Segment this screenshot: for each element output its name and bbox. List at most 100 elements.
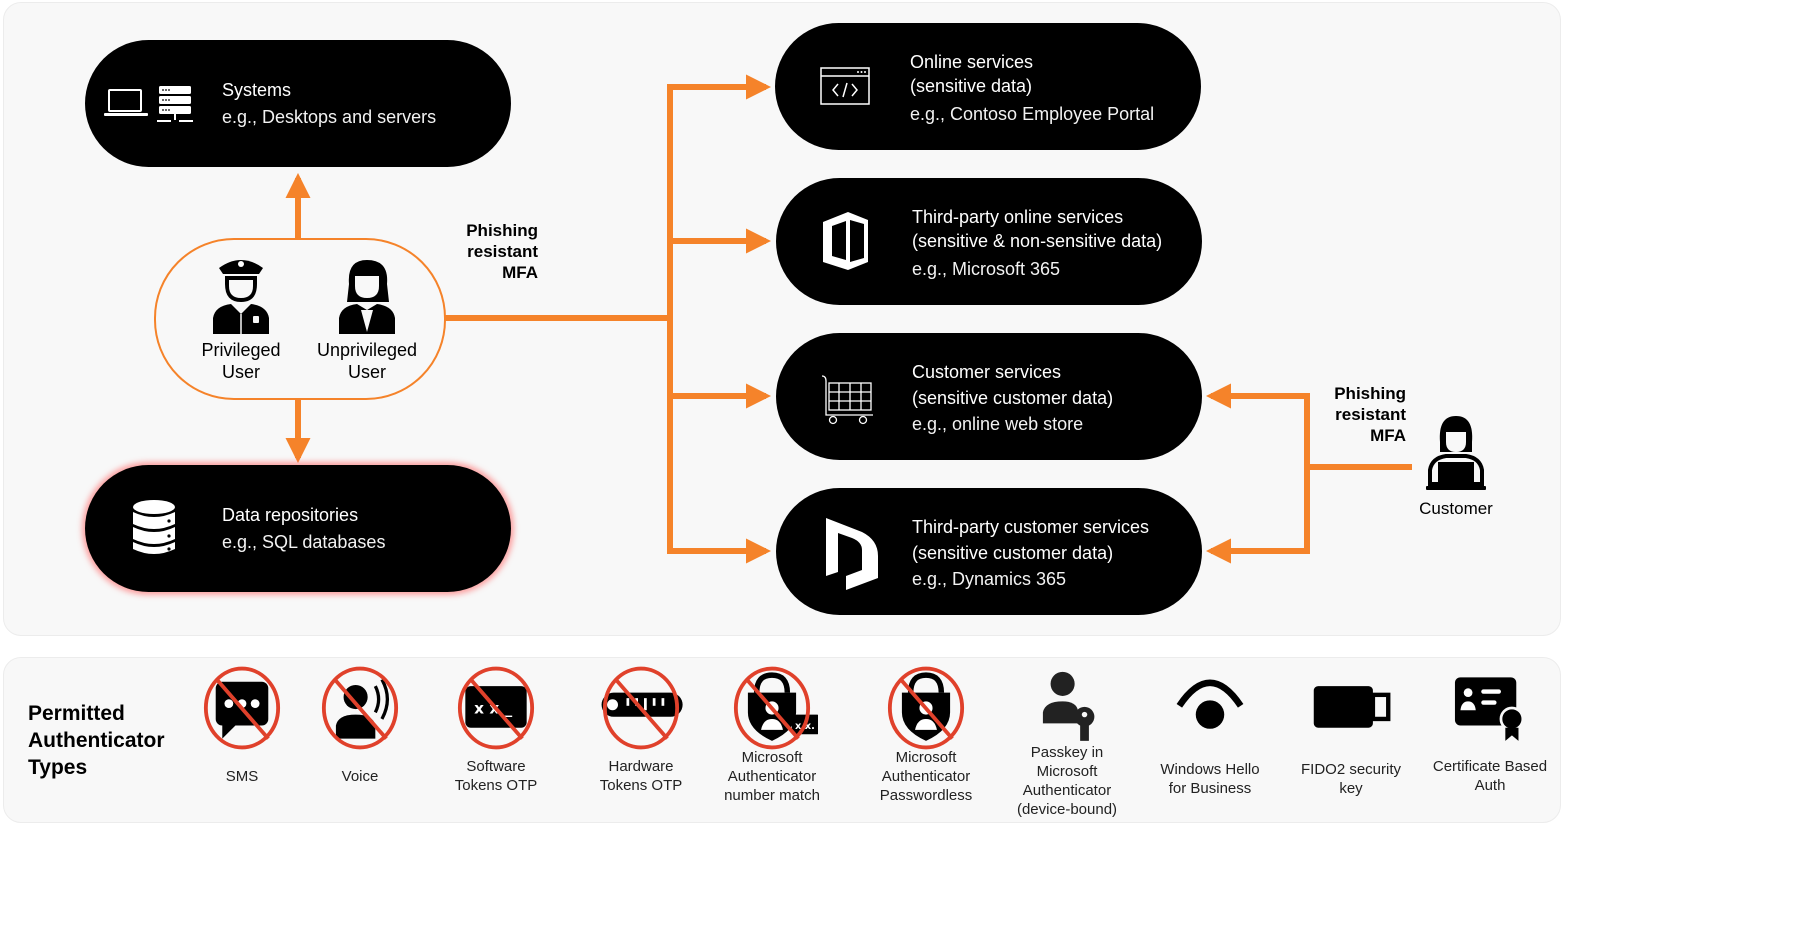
fido2-key-icon xyxy=(1313,686,1391,728)
third-party-online-title-2: (sensitive & non-sensitive data) xyxy=(912,231,1163,251)
phishing-resistant-mfa-label: Phishing resistant MFA xyxy=(440,220,538,283)
database-icon xyxy=(133,500,175,554)
systems-subtitle: e.g., Desktops and servers xyxy=(222,107,437,127)
office-365-icon xyxy=(823,212,868,270)
authenticator-item-label: Microsoft Authenticator number match xyxy=(702,748,842,805)
dynamics-365-icon xyxy=(826,518,878,590)
data-repositories-subtitle: e.g., SQL databases xyxy=(222,532,386,552)
authenticator-heading-line-2: Authenticator xyxy=(28,729,165,752)
online-services-title: Online services xyxy=(910,52,1034,72)
customer-mfa-label-line-2: resistant xyxy=(1335,405,1406,424)
third-party-online-title: Third-party online services xyxy=(912,207,1124,227)
authenticator-label-line: Auth xyxy=(1474,777,1506,794)
woman-user-icon xyxy=(339,260,395,334)
customer-actor: Customer xyxy=(1406,412,1506,519)
unprivileged-user-label-2: User xyxy=(347,362,386,382)
authenticator-icon-wrap xyxy=(314,662,406,759)
authenticator-types-heading: Permitted Authenticator Types xyxy=(28,700,165,781)
authenticator-item-label: Certificate Based Auth xyxy=(1420,757,1560,795)
server-icon xyxy=(157,86,193,122)
online-services-subtitle: e.g., Contoso Employee Portal xyxy=(910,104,1155,124)
authenticator-passwordless-icon xyxy=(887,666,965,750)
authenticator-icon-wrap xyxy=(1444,662,1536,759)
authenticator-label-line: Authenticator xyxy=(1022,782,1112,799)
hardware-token-icon xyxy=(601,666,683,750)
authenticator-label-line: (device-bound) xyxy=(1016,801,1118,818)
authenticator-item-label: Passkey in Microsoft Authenticator (device-… xyxy=(997,743,1137,819)
authenticator-icon-wrap: x x _ xyxy=(450,662,542,759)
authenticator-item-label: Voice xyxy=(290,767,430,786)
mfa-label-line-2: resistant xyxy=(467,242,538,261)
systems-title: Systems xyxy=(222,80,292,100)
shopping-cart-icon xyxy=(821,375,873,425)
passkey-icon xyxy=(1042,671,1095,741)
authenticator-label-line: Hardware xyxy=(608,758,674,775)
privileged-user: Privileged User xyxy=(176,254,306,383)
third-party-online-services-node: Third-party online services (sensitive &… xyxy=(776,178,1202,305)
authenticator-heading-line-3: Types xyxy=(28,756,88,779)
authenticator-item-label: FIDO2 security key xyxy=(1281,760,1421,798)
unprivileged-user-label-1: Unprivileged xyxy=(316,340,418,360)
certificate-icon xyxy=(1454,677,1525,741)
authenticator-icon-wrap xyxy=(595,662,687,759)
windows-hello-icon xyxy=(1176,679,1244,729)
customer-phishing-resistant-mfa-label: Phishing resistant MFA xyxy=(1300,383,1406,446)
data-repositories-title: Data repositories xyxy=(222,505,359,525)
online-services-title-2: (sensitive data) xyxy=(910,76,1033,96)
authenticator-number-match-icon: x x. xyxy=(733,666,821,750)
third-party-customer-services-node: Third-party customer services (sensitive… xyxy=(776,488,1202,615)
web-code-icon xyxy=(820,67,870,105)
authenticator-label-line: Certificate Based xyxy=(1432,758,1548,775)
third-party-online-subtitle: e.g., Microsoft 365 xyxy=(912,259,1061,279)
authenticator-label-line: Windows Hello xyxy=(1160,761,1260,778)
third-party-customer-subtitle: e.g., Dynamics 365 xyxy=(912,569,1067,589)
mfa-label-line-1: Phishing xyxy=(466,221,538,240)
authenticator-heading-line-1: Permitted xyxy=(28,702,125,725)
customer-mfa-label-line-3: MFA xyxy=(1370,426,1406,445)
software-token-icon: x x _ xyxy=(457,666,535,750)
online-services-node: Online services (sensitive data) e.g., C… xyxy=(775,23,1201,150)
systems-node: Systems e.g., Desktops and servers xyxy=(85,40,511,167)
mfa-label-line-3: MFA xyxy=(502,263,538,282)
authenticator-item-label: Windows Hello for Business xyxy=(1140,760,1280,798)
authenticator-label-line: number match xyxy=(724,787,820,804)
authenticator-label-line: Microsoft xyxy=(895,749,957,766)
authenticator-label-line: Authenticator xyxy=(881,768,971,785)
customer-laptop-icon xyxy=(1426,416,1486,490)
authenticator-label-line: Passwordless xyxy=(879,787,973,804)
authenticator-item-label: Hardware Tokens OTP xyxy=(571,757,711,795)
sms-icon xyxy=(203,666,281,750)
authenticator-label-line: Microsoft xyxy=(1036,763,1098,780)
authenticator-label-line: Voice xyxy=(341,768,379,785)
authenticator-label-line: Tokens OTP xyxy=(454,777,538,794)
voice-icon xyxy=(321,666,399,750)
authenticator-label-line: Passkey in xyxy=(1030,744,1104,761)
authenticator-label-line: Authenticator xyxy=(727,768,817,785)
unprivileged-user: Unprivileged User xyxy=(302,254,432,383)
authenticator-icon-wrap xyxy=(196,662,288,759)
customer-services-node: Customer services (sensitive customer da… xyxy=(776,333,1202,460)
privileged-user-label-2: User xyxy=(221,362,260,382)
authenticator-label-line: key xyxy=(1339,780,1363,797)
authenticator-label-line: Tokens OTP xyxy=(599,777,683,794)
authenticator-icon-wrap xyxy=(1164,662,1256,759)
customer-services-subtitle: e.g., online web store xyxy=(912,414,1084,434)
third-party-customer-title: Third-party customer services xyxy=(912,517,1150,537)
svg-text:x x _: x x _ xyxy=(474,699,512,717)
users-group: Privileged User Unprivileged User xyxy=(154,238,446,400)
authenticator-label-line: for Business xyxy=(1168,780,1252,797)
third-party-customer-title-2: (sensitive customer data) xyxy=(912,543,1114,563)
authenticator-item-label: Software Tokens OTP xyxy=(426,757,566,795)
authenticator-icon-wrap xyxy=(1305,662,1397,759)
authenticator-label-line: Microsoft xyxy=(741,749,803,766)
authenticator-icon-wrap xyxy=(880,662,972,759)
authenticator-icon-wrap: x x. xyxy=(726,662,821,759)
customer-label: Customer xyxy=(1419,499,1493,518)
privileged-user-label-1: Privileged xyxy=(201,340,281,360)
police-officer-icon xyxy=(213,260,269,334)
laptop-icon xyxy=(104,89,148,116)
customer-services-title-2: (sensitive customer data) xyxy=(912,388,1114,408)
authenticator-item-label: Microsoft Authenticator Passwordless xyxy=(856,748,996,805)
customer-mfa-label-line-1: Phishing xyxy=(1334,384,1406,403)
authenticator-label-line: Software xyxy=(466,758,526,775)
